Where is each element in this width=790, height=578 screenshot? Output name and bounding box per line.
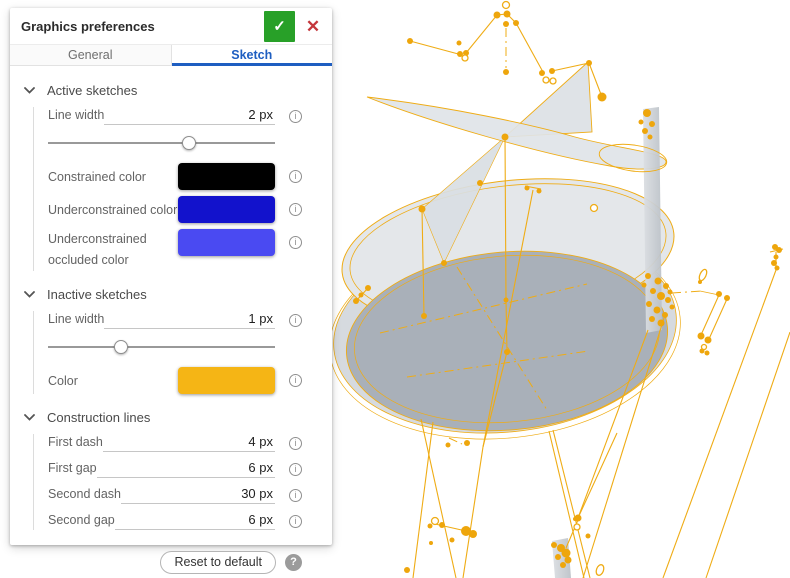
chevron-down-icon [24,290,35,298]
first-dash-input[interactable]: 4 px [102,434,275,452]
close-button[interactable]: ✕ [302,18,324,35]
underconstrained-color-row: Underconstrained color [48,196,316,223]
second-dash-input[interactable]: 30 px [120,486,275,504]
inactive-color-row: Color [48,367,316,394]
occluded-color-row: Underconstrained occluded color [48,229,316,271]
constrained-color-swatch[interactable] [178,163,275,190]
dialog-body: Active sketches Line width 2 px i Constr… [10,66,332,574]
section-header-construction-lines[interactable]: Construction lines [24,407,316,427]
app-canvas: Graphics preferences ✓ ✕ General Sketch … [0,0,790,578]
section-body-inactive-sketches: Line width 1 px Color [33,311,316,394]
info-icon[interactable] [289,109,302,123]
slider-handle[interactable] [113,340,128,354]
field-label: Underconstrained occluded color [48,232,147,267]
dialog-header: Graphics preferences ✓ ✕ [10,8,332,44]
info-icon[interactable] [289,170,302,183]
section-title: Active sketches [47,82,138,98]
second-dash-row: Second dash 30 px [48,486,316,504]
info-icon[interactable] [289,203,302,216]
field-label: Second dash [48,487,121,501]
close-icon: ✕ [305,16,321,36]
chevron-down-icon [24,413,35,421]
active-line-width-slider[interactable] [48,136,316,150]
info-icon[interactable] [289,462,302,476]
info-icon[interactable] [289,488,302,502]
dialog-footer: Reset to default ? [24,543,316,574]
underconstrained-color-swatch[interactable] [178,196,275,223]
inactive-line-width-slider[interactable] [48,340,316,354]
dialog-title: Graphics preferences [21,18,155,34]
line-width-row: Line width 1 px [48,311,316,329]
info-icon[interactable] [289,374,302,387]
tab-bar: General Sketch [10,44,332,66]
field-label: Second gap [48,513,115,527]
second-gap-input[interactable]: 6 px [114,512,275,530]
confirm-button[interactable]: ✓ [264,10,295,42]
info-icon[interactable] [289,236,302,249]
constrained-color-row: Constrained color [48,163,316,190]
inactive-line-width-input[interactable]: 1 px [104,311,275,329]
section-body-construction-lines: First dash 4 px First gap 6 px Second da… [33,434,316,530]
info-icon[interactable] [289,313,302,327]
section-title: Construction lines [47,409,151,425]
field-label: Color [48,373,78,388]
tab-general[interactable]: General [10,45,171,66]
inactive-color-swatch[interactable] [178,367,275,394]
reset-to-default-button[interactable]: Reset to default [160,551,276,574]
section-header-active-sketches[interactable]: Active sketches [24,80,316,100]
section-header-inactive-sketches[interactable]: Inactive sketches [24,284,316,304]
chevron-down-icon [24,86,35,94]
slider-track[interactable] [48,340,275,354]
field-label: First gap [48,461,97,475]
active-line-width-input[interactable]: 2 px [104,107,275,125]
first-gap-row: First gap 6 px [48,460,316,478]
field-label: Underconstrained color [48,202,178,217]
line-width-row: Line width 2 px [48,107,316,125]
info-icon[interactable] [289,436,302,450]
occluded-color-swatch[interactable] [178,229,275,256]
tab-sketch[interactable]: Sketch [170,45,332,66]
second-gap-row: Second gap 6 px [48,512,316,530]
field-label: Line width [48,312,105,326]
slider-track[interactable] [48,136,275,150]
slider-handle[interactable] [181,136,196,150]
section-body-active-sketches: Line width 2 px Constrained color [33,107,316,271]
graphics-preferences-dialog: Graphics preferences ✓ ✕ General Sketch … [10,8,332,574]
check-icon: ✓ [273,18,286,35]
help-icon[interactable]: ? [285,554,302,571]
field-label: Constrained color [48,169,146,184]
info-icon[interactable] [289,514,302,528]
first-gap-input[interactable]: 6 px [96,460,275,478]
field-label: Line width [48,108,105,122]
first-dash-row: First dash 4 px [48,434,316,452]
section-title: Inactive sketches [47,286,147,302]
field-label: First dash [48,435,103,449]
